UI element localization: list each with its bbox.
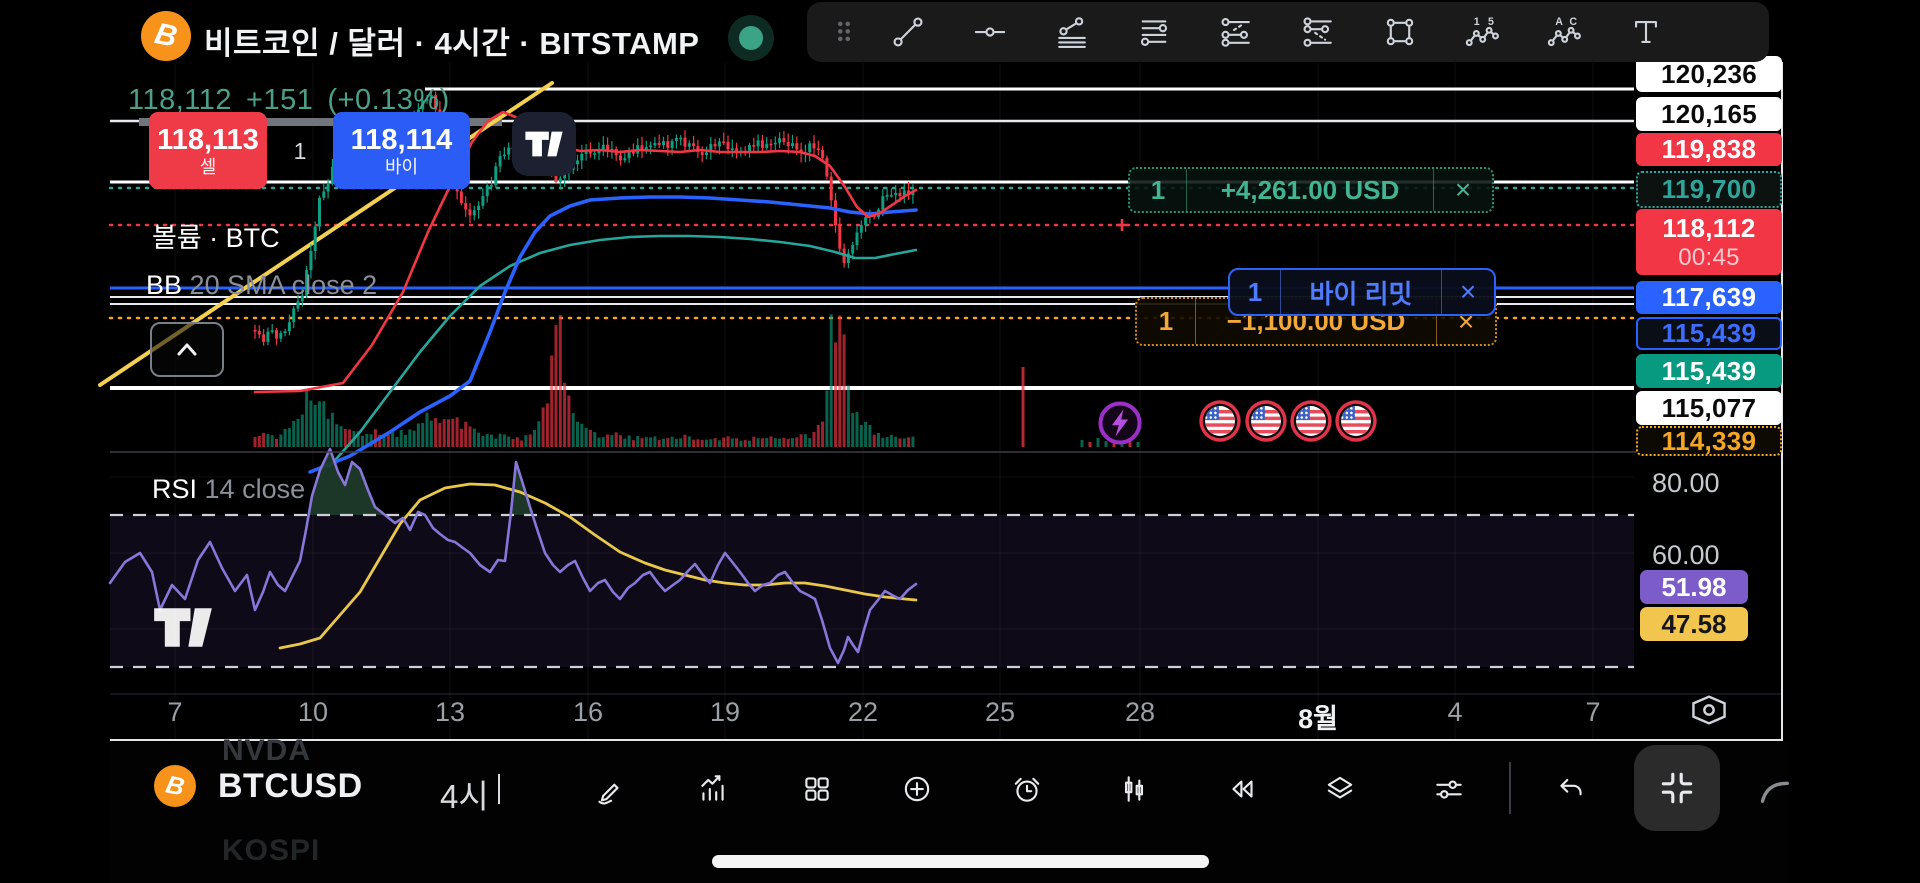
us-flag-event-icon[interactable]: [1243, 398, 1289, 444]
sell-label: 셀: [200, 156, 217, 178]
layouts-button[interactable]: [800, 772, 834, 811]
toolbar-drag-handle[interactable]: [821, 2, 867, 62]
spread-value: 1: [280, 138, 320, 165]
time-axis-tick[interactable]: 16: [533, 697, 643, 728]
position-pnl: +4,261.00 USD: [1186, 169, 1433, 211]
position-qty: 1: [1130, 169, 1186, 211]
rsi-value-label: 47.58: [1640, 607, 1748, 641]
bitcoin-logo-icon: B: [141, 11, 191, 61]
symbol-title[interactable]: 비트코인 / 달러 · 4시간 · BITSTAMP: [204, 18, 699, 63]
time-axis-tick[interactable]: 22: [808, 697, 918, 728]
indicators-button[interactable]: [696, 772, 730, 811]
time-axis-tick[interactable]: 7: [1538, 697, 1648, 728]
trend-line-tool[interactable]: [867, 2, 949, 62]
bottom-symbol[interactable]: BTCUSD: [218, 767, 363, 806]
background-ticker-top: NVDA: [222, 734, 311, 768]
settings-sliders-button[interactable]: [1432, 772, 1466, 811]
tradingview-mobile-screen: B 비트코인 / 달러 · 4시간 · BITSTAMP 118,112+151…: [0, 0, 1920, 883]
elliott-impulse-wave-tool[interactable]: 15: [1441, 2, 1523, 62]
object-tree-button[interactable]: [1323, 772, 1357, 811]
time-axis-tick[interactable]: 7: [120, 697, 230, 728]
close-position-icon[interactable]: ×: [1433, 169, 1492, 211]
time-axis-tick[interactable]: 25: [945, 697, 1055, 728]
buy-label: 바이: [385, 156, 418, 178]
price-scale-label: 117,639: [1636, 281, 1782, 314]
rsi-value-label: 51.98: [1640, 570, 1748, 604]
sell-price: 118,113: [157, 124, 259, 156]
connection-status-icon: [728, 15, 774, 61]
price-scale-label: 118,11200:45: [1636, 209, 1782, 275]
svg-text:5: 5: [1488, 16, 1494, 28]
time-axis-tick[interactable]: 4: [1400, 697, 1510, 728]
position-qty: 1: [1137, 299, 1195, 344]
tradingview-logo-tile: [512, 112, 576, 176]
price-scale-label: 114,339: [1636, 426, 1782, 456]
price-scale-label: 115,439: [1636, 354, 1782, 388]
fib-channel-tool[interactable]: [1277, 2, 1359, 62]
exit-fullscreen-button[interactable]: [1634, 745, 1720, 831]
price-scale-label: 120,165: [1636, 97, 1782, 131]
fib-retracement-tool[interactable]: [1031, 2, 1113, 62]
cancel-order-icon[interactable]: ×: [1441, 270, 1494, 314]
volume-indicator-label[interactable]: 볼륨 · BTC: [152, 216, 280, 255]
bitcoin-symbol-icon: B: [154, 765, 196, 807]
horizontal-line-tool[interactable]: [949, 2, 1031, 62]
undo-button[interactable]: [1554, 772, 1588, 811]
toolbar-divider: [1509, 762, 1511, 814]
bar-replay-button[interactable]: [1226, 772, 1260, 811]
home-indicator[interactable]: [712, 855, 1209, 868]
sell-button[interactable]: 118,113 셀: [149, 112, 267, 189]
time-axis-settings-icon[interactable]: [1689, 690, 1729, 735]
rsi-axis-tick: 60.00: [1652, 540, 1720, 571]
time-axis-tick[interactable]: 8월: [1263, 697, 1373, 736]
interval-selector[interactable]: 4시: [440, 770, 489, 818]
us-flag-event-icon[interactable]: [1333, 398, 1379, 444]
svg-text:C: C: [1569, 16, 1577, 28]
price-scale-label: 115,077: [1636, 391, 1782, 425]
drawing-toolbar: 15 AC: [807, 2, 1769, 62]
buy-price: 118,114: [351, 124, 453, 156]
redo-button-clipped[interactable]: [1758, 772, 1794, 813]
svg-text:A: A: [1555, 16, 1563, 28]
background-ticker-bottom: KOSPI: [222, 834, 320, 868]
us-flag-event-icon[interactable]: [1197, 398, 1243, 444]
time-axis-tick[interactable]: 13: [395, 697, 505, 728]
collapse-legend-button[interactable]: [150, 322, 224, 377]
buy-button[interactable]: 118,114 바이: [333, 112, 470, 189]
us-flag-event-icon[interactable]: [1288, 398, 1334, 444]
rectangle-tool[interactable]: [1359, 2, 1441, 62]
price-scale-label: 115,439: [1636, 317, 1782, 350]
price-scale-label: 119,838: [1636, 133, 1782, 166]
time-axis-tick[interactable]: 28: [1085, 697, 1195, 728]
parallel-lines-tool[interactable]: [1113, 2, 1195, 62]
add-button[interactable]: [900, 772, 934, 811]
elliott-correction-wave-tool[interactable]: AC: [1523, 2, 1605, 62]
tradingview-watermark-icon: [152, 606, 214, 654]
bb-indicator-label[interactable]: BB 20 SMA close 2: [146, 270, 377, 301]
svg-text:1: 1: [1474, 16, 1480, 28]
rsi-indicator-label[interactable]: RSI 14 close: [152, 474, 305, 505]
bar-type-button[interactable]: [1117, 772, 1151, 811]
text-tool[interactable]: [1605, 2, 1687, 62]
flat-top-bottom-tool[interactable]: [1195, 2, 1277, 62]
lightning-event-icon[interactable]: [1097, 400, 1143, 446]
rsi-axis-tick: 80.00: [1652, 468, 1720, 499]
price-scale-label: 119,700: [1636, 171, 1782, 208]
buy-limit-order-pill[interactable]: 1 바이 리밋 ×: [1228, 268, 1496, 316]
time-axis-tick[interactable]: 10: [258, 697, 368, 728]
interval-cursor: [498, 774, 500, 804]
alert-button[interactable]: [1010, 772, 1044, 811]
open-position-profit-pill[interactable]: 1 +4,261.00 USD ×: [1128, 167, 1494, 213]
draw-button[interactable]: [592, 772, 626, 811]
order-label: 바이 리밋: [1280, 270, 1441, 314]
order-qty: 1: [1230, 270, 1280, 314]
time-axis-tick[interactable]: 19: [670, 697, 780, 728]
